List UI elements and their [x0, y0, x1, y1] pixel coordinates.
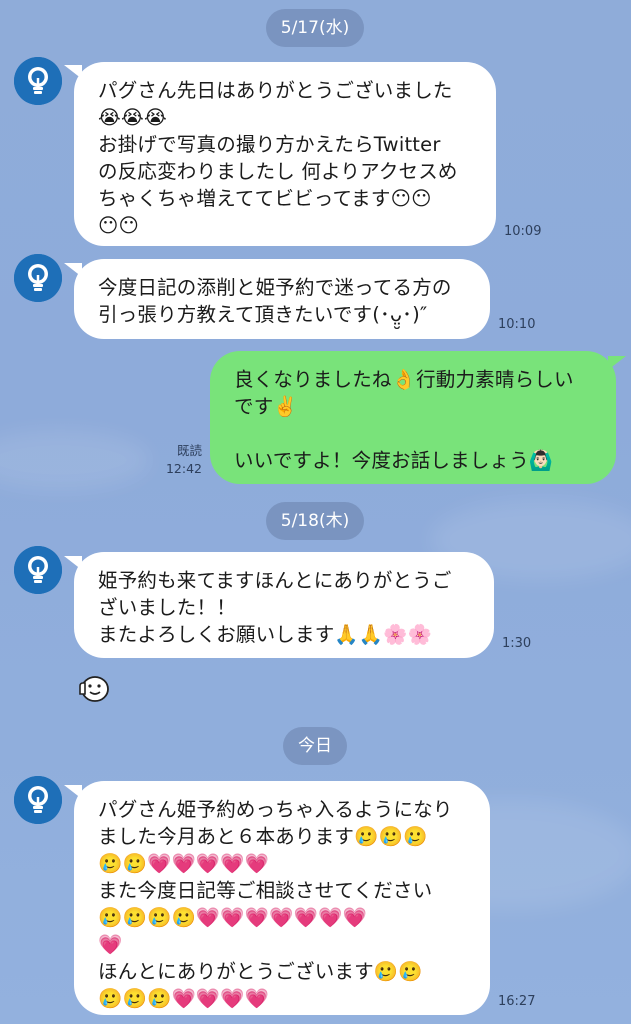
read-receipt: 既読 12:42 — [150, 442, 202, 478]
message-time: 16:27 — [498, 994, 536, 1009]
message-bubble-incoming[interactable]: パグさん姫予約めっちゃ入るようになり ました今月あと６本あります🥲🥲🥲 🥲🥲💗💗… — [74, 781, 490, 1015]
date-separator: 今日 — [283, 727, 347, 765]
message-time: 10:10 — [498, 317, 536, 332]
date-separator: 5/18(木) — [266, 502, 364, 540]
background-cloud — [0, 430, 150, 490]
date-separator: 5/17(水) — [266, 9, 364, 47]
bubble-tail — [608, 356, 626, 370]
lightbulb-icon — [14, 254, 62, 302]
message-bubble-incoming[interactable]: パグさん先日はありがとうございました 😭😭😭 お掛げで写真の撮り方かえたらTwi… — [74, 62, 496, 246]
message-bubble-incoming[interactable]: 姫予約も来てますほんとにありがとうご ざいました！！ またよろしくお願いします🙏… — [74, 552, 494, 658]
contact-avatar[interactable] — [14, 546, 62, 594]
lightbulb-icon — [14, 546, 62, 594]
lightbulb-icon — [14, 776, 62, 824]
lightbulb-icon — [14, 57, 62, 105]
contact-avatar[interactable] — [14, 57, 62, 105]
message-bubble-incoming[interactable]: 今度日記の添削と姫予約で迷ってる方の 引っ張り方教えて頂きたいです(･ᴗ̤̮･)… — [74, 259, 490, 339]
contact-avatar[interactable] — [14, 254, 62, 302]
thumbs-up-sticker-icon[interactable] — [76, 672, 110, 706]
message-time: 10:09 — [504, 224, 542, 239]
contact-avatar[interactable] — [14, 776, 62, 824]
message-time: 1:30 — [502, 636, 532, 651]
message-bubble-outgoing[interactable]: 良くなりましたね👌行動力素晴らしい です✌️ いいですよ！今度お話しましょう🙆🏻… — [210, 351, 616, 484]
read-label: 既読 — [176, 443, 202, 458]
message-time: 12:42 — [165, 461, 202, 476]
